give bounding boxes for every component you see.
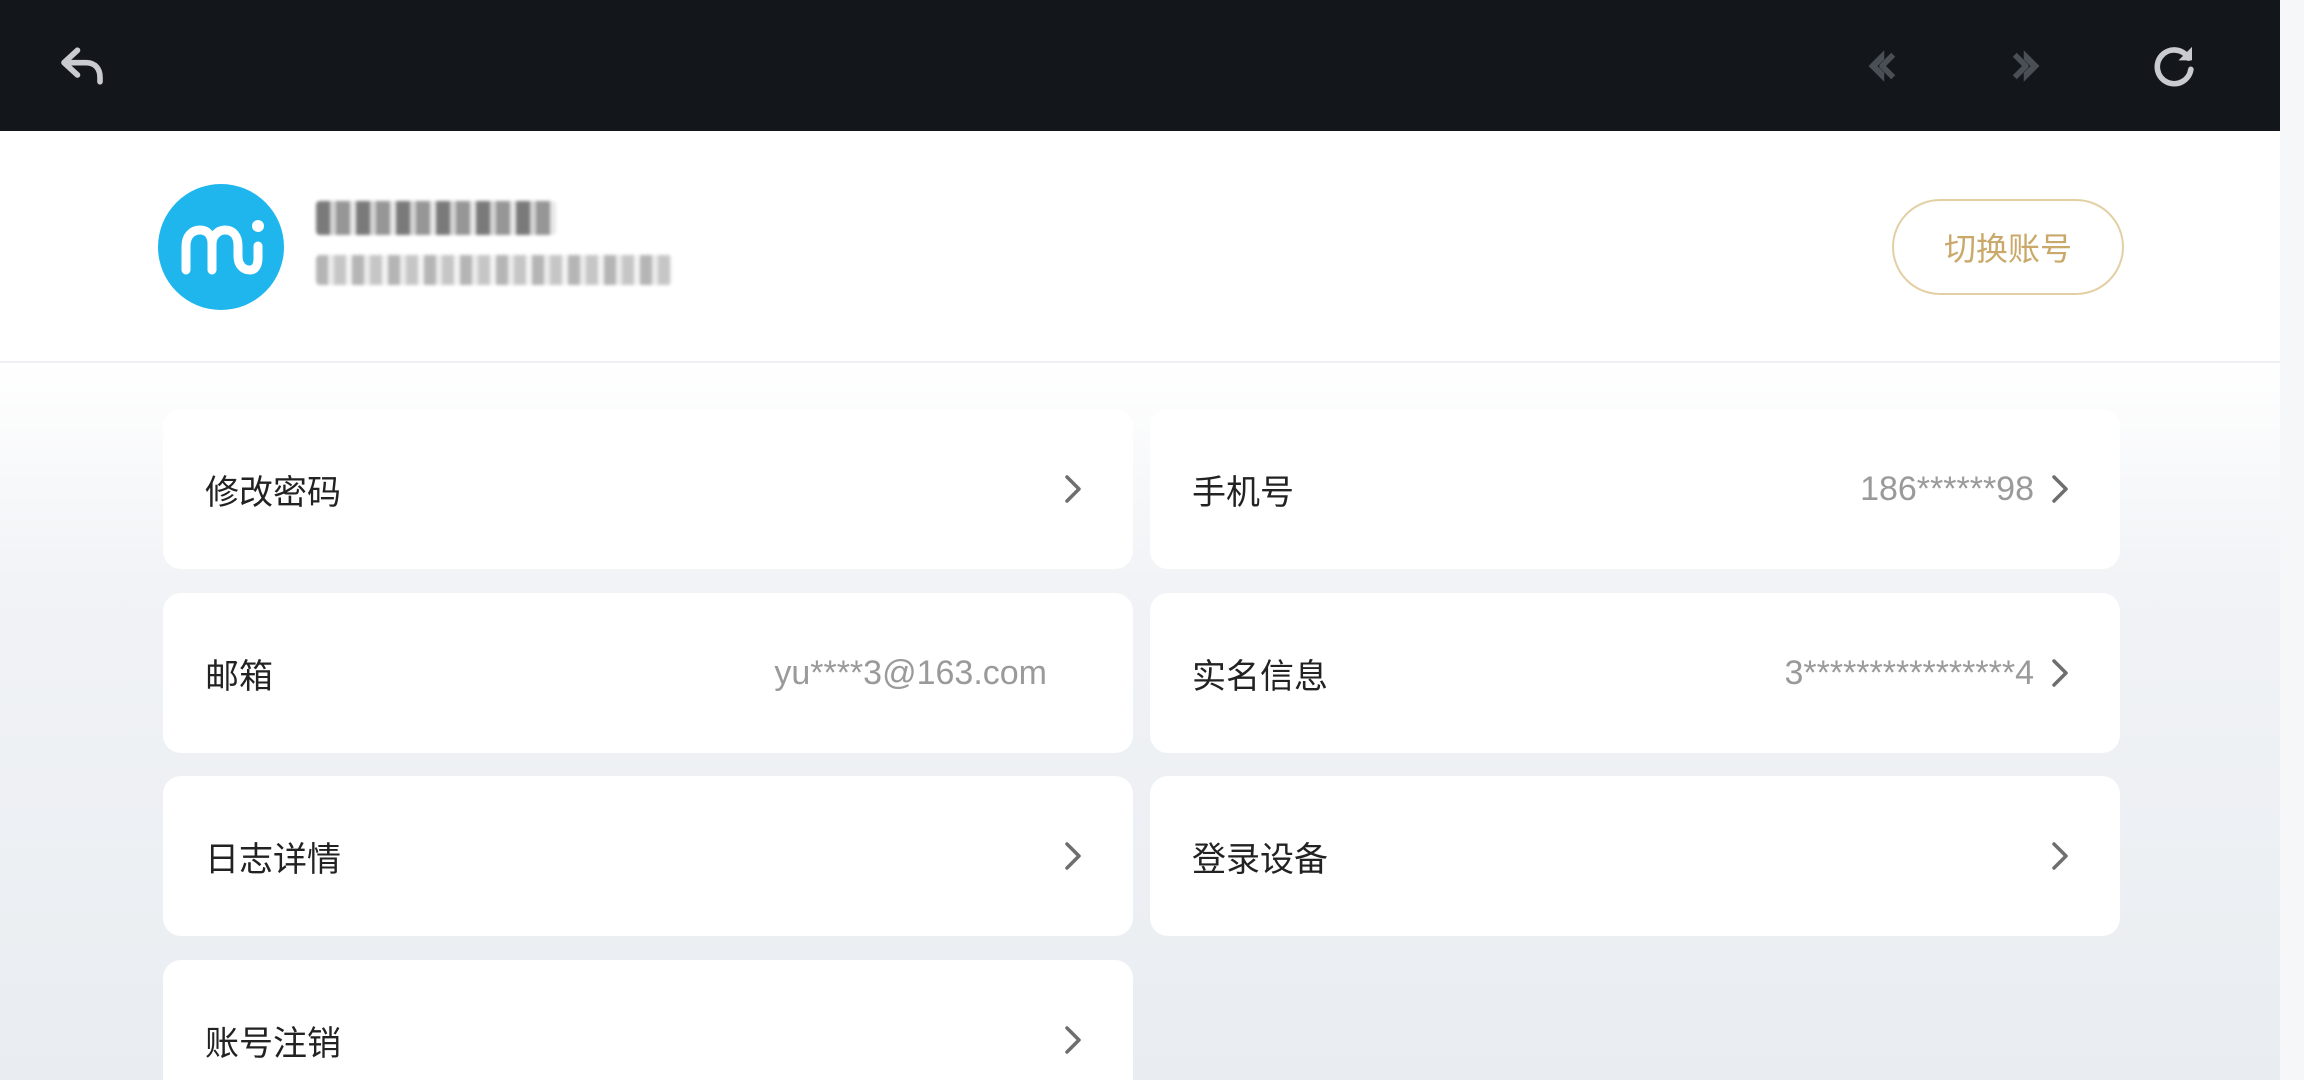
chevron-right-icon: [1057, 1023, 1091, 1057]
user-meta-blurred: [316, 255, 672, 285]
phone-value: 186******98: [1860, 469, 2034, 508]
user-name-blurred: [316, 201, 556, 235]
account-cancel-label: 账号注销: [205, 1023, 341, 1064]
chevron-right-icon: [1057, 472, 1091, 506]
log-details-item[interactable]: 日志详情: [163, 776, 1133, 936]
account-cancel-item[interactable]: 账号注销: [163, 960, 1133, 1080]
prev-page-button[interactable]: [1846, 30, 1918, 102]
back-arrow-icon: [61, 47, 103, 85]
email-label: 邮箱: [205, 656, 273, 697]
email-item[interactable]: 邮箱 yu****3@163.com: [163, 593, 1133, 753]
login-devices-item[interactable]: 登录设备: [1150, 776, 2120, 936]
email-value: yu****3@163.com: [774, 653, 1047, 692]
chevron-right-icon: [2044, 839, 2078, 873]
login-devices-label: 登录设备: [1192, 839, 1328, 880]
top-toolbar: [0, 0, 2280, 131]
avatar[interactable]: [158, 184, 284, 310]
next-page-button[interactable]: [1990, 30, 2062, 102]
change-password-item[interactable]: 修改密码: [163, 409, 1133, 569]
prev-page-icon: [1868, 50, 1896, 82]
next-page-icon: [2012, 50, 2040, 82]
phone-label: 手机号: [1192, 472, 1294, 513]
real-name-label: 实名信息: [1192, 656, 1328, 697]
right-edge-strip: [2280, 0, 2304, 1080]
chevron-right-icon: [2044, 472, 2078, 506]
chevron-right-icon: [2044, 656, 2078, 690]
chevron-right-icon: [1057, 839, 1091, 873]
profile-header: 切换账号: [0, 131, 2280, 363]
account-settings-screen: 切换账号 修改密码 手机号 186******98 邮箱 yu****3@163…: [0, 0, 2304, 1080]
phone-item[interactable]: 手机号 186******98: [1150, 409, 2120, 569]
real-name-value: 3****************4: [1784, 653, 2034, 692]
back-button[interactable]: [46, 30, 118, 102]
switch-account-button[interactable]: 切换账号: [1892, 199, 2124, 295]
log-details-label: 日志详情: [205, 839, 341, 880]
mi-logo-icon: [181, 220, 264, 275]
refresh-icon: [2154, 46, 2194, 87]
refresh-button[interactable]: [2138, 30, 2210, 102]
real-name-item[interactable]: 实名信息 3****************4: [1150, 593, 2120, 753]
change-password-label: 修改密码: [205, 472, 341, 513]
